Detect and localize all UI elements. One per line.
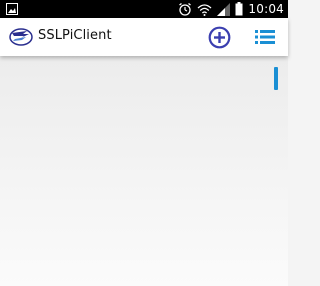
wifi-icon [197,3,212,16]
app-title: SSLPiClient [38,28,112,43]
app-bar: SSLPiClient [0,18,288,56]
status-clock: 10:04 [248,2,284,16]
list-menu-icon[interactable] [255,29,275,45]
main-content [0,56,288,286]
signal-icon [217,2,231,16]
add-circle-icon[interactable] [208,26,231,49]
scroll-indicator[interactable] [274,67,278,90]
sslpi-logo-icon [9,28,33,46]
image-notification-icon [6,3,18,15]
alarm-icon [179,2,192,16]
status-bar: 10:04 [0,0,288,18]
status-icons: 10:04 [178,0,284,18]
battery-icon [235,2,243,16]
